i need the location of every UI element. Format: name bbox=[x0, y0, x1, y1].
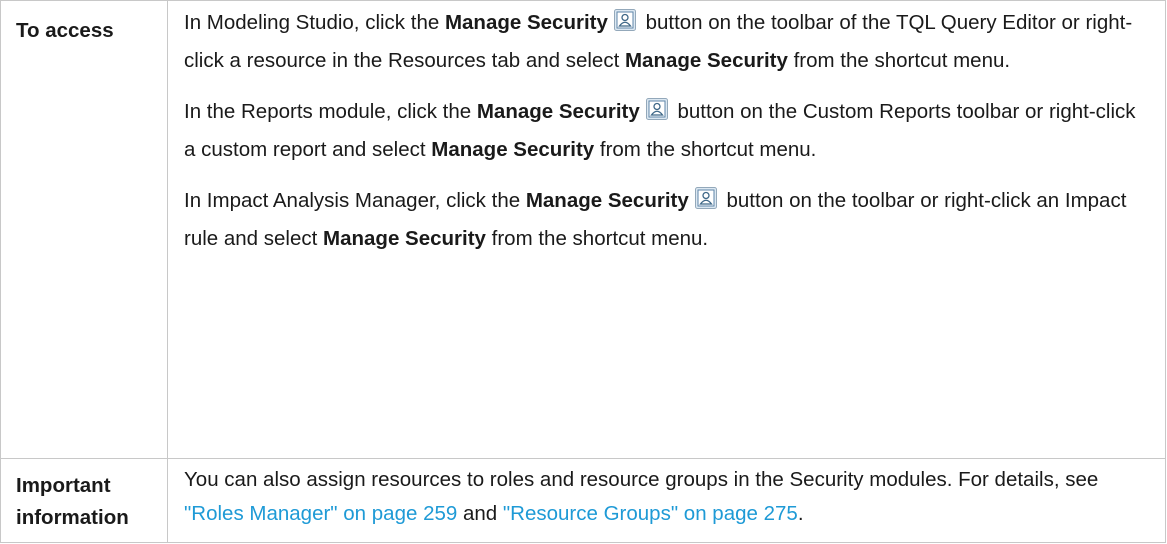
reports-module-paragraph: In the Reports module, click the Manage … bbox=[168, 93, 1165, 169]
bold-term: Manage Security bbox=[323, 227, 486, 250]
to-access-row: To access In Modeling Studio, click the … bbox=[0, 0, 1166, 459]
manage-security-icon bbox=[613, 9, 636, 31]
to-access-description-cell: In Modeling Studio, click the Manage Sec… bbox=[167, 0, 1166, 459]
to-access-label-cell: To access bbox=[0, 0, 168, 459]
important-information-description-cell: You can also assign resources to roles a… bbox=[167, 458, 1166, 543]
paragraph-text: from the shortcut menu. bbox=[594, 138, 817, 161]
to-access-label: To access bbox=[16, 19, 114, 42]
bold-term: Manage Security bbox=[624, 49, 788, 72]
important-information-paragraph: You can also assign resources to roles a… bbox=[168, 459, 1165, 531]
paragraph-text: You can also assign resources to roles a… bbox=[184, 468, 1099, 491]
paragraph-text: from the shortcut menu. bbox=[787, 49, 1011, 72]
important-information-label-cell: Important information bbox=[0, 458, 168, 543]
bold-term: Manage Security bbox=[476, 100, 640, 123]
info-table: To access In Modeling Studio, click the … bbox=[0, 0, 1166, 543]
paragraph-text: In Impact Analysis Manager, click the bbox=[184, 189, 526, 212]
manage-security-icon bbox=[645, 98, 668, 120]
modeling-studio-paragraph: In Modeling Studio, click the Manage Sec… bbox=[168, 1, 1165, 80]
paragraph-text: and bbox=[457, 502, 503, 525]
manage-security-icon bbox=[694, 187, 717, 209]
bold-term: Manage Security bbox=[431, 138, 595, 161]
bold-term: Manage Security bbox=[444, 11, 608, 34]
impact-analysis-paragraph: In Impact Analysis Manager, click the Ma… bbox=[168, 182, 1165, 258]
resource-groups-link[interactable]: "Resource Groups" on page 275 bbox=[503, 502, 798, 525]
important-information-label: Important information bbox=[16, 474, 129, 529]
paragraph-text: . bbox=[797, 502, 804, 525]
paragraph-text: In the Reports module, click the bbox=[184, 100, 477, 123]
paragraph-text: In Modeling Studio, click the bbox=[184, 11, 445, 34]
paragraph-text: from the shortcut menu. bbox=[485, 227, 709, 250]
roles-manager-link[interactable]: "Roles Manager" on page 259 bbox=[184, 502, 457, 525]
bold-term: Manage Security bbox=[525, 189, 689, 212]
important-information-row: Important information You can also assig… bbox=[0, 458, 1166, 543]
